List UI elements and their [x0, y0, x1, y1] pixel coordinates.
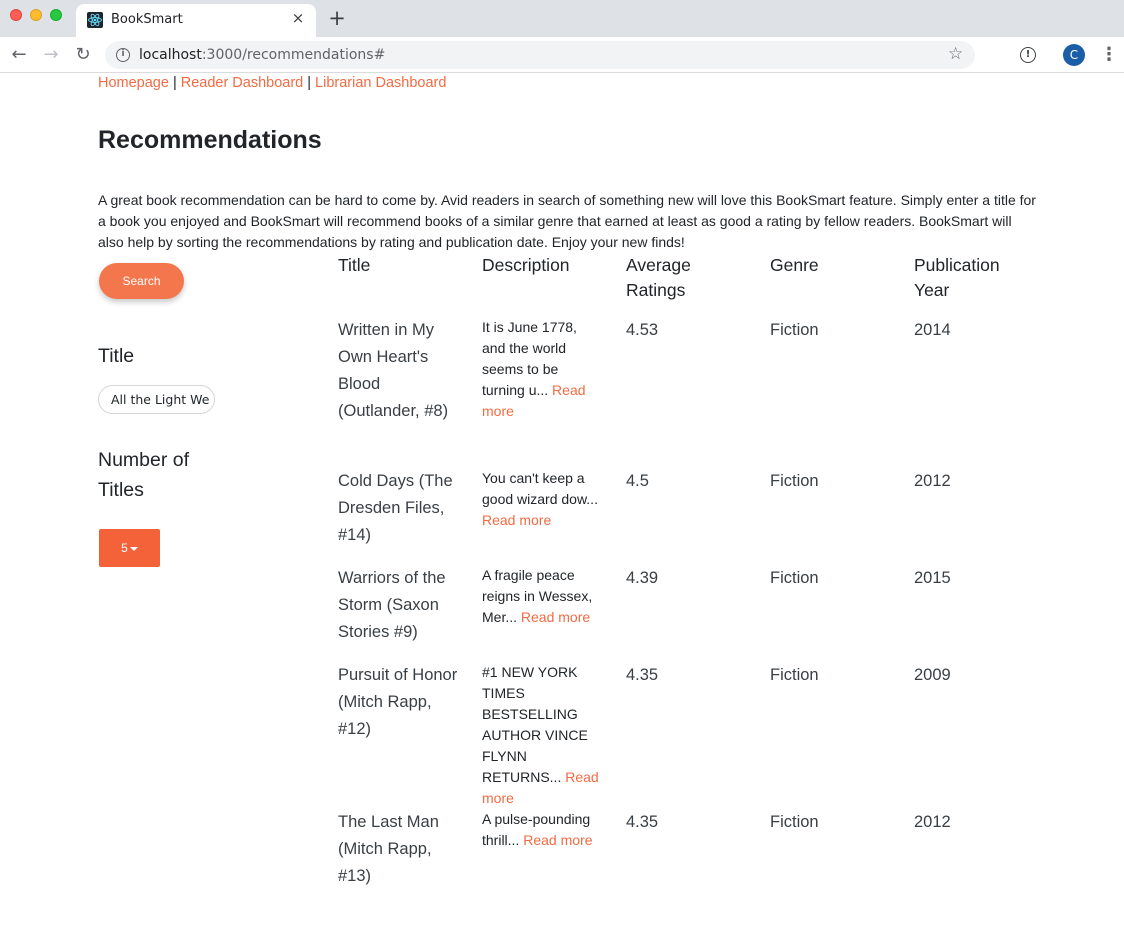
book-description: A pulse-pounding thrill... Read more [482, 809, 600, 851]
address-bar[interactable]: i localhost:3000/recommendations# ☆ [105, 41, 975, 69]
browser-toolbar: ← → ↻ i localhost:3000/recommendations# … [0, 37, 1124, 73]
book-genre: Fiction [770, 813, 819, 831]
forward-icon[interactable]: → [39, 43, 63, 67]
column-header-description: Description [482, 255, 570, 275]
intro-text: A great book recommendation can be hard … [98, 192, 1036, 250]
number-of-titles-dropdown[interactable]: 5 [99, 529, 160, 567]
book-title: Cold Days (The Dresden Files, #14) [338, 472, 453, 544]
read-more-link[interactable]: Read more [521, 609, 590, 625]
page-title: Recommendations [98, 126, 322, 154]
book-genre: Fiction [770, 321, 819, 339]
nav-link-homepage[interactable]: Homepage [98, 75, 169, 91]
description-text: #1 NEW YORK TIMES BESTSELLING AUTHOR VIN… [482, 664, 588, 785]
dropdown-value: 5 [121, 541, 128, 555]
book-year: 2012 [914, 472, 951, 490]
nav-separator: | [172, 75, 177, 91]
url-text: localhost:3000/recommendations# [139, 47, 385, 63]
book-title: Pursuit of Honor (Mitch Rapp, #12) [338, 666, 458, 738]
book-year: 2009 [914, 666, 951, 684]
close-window-button[interactable] [10, 9, 22, 21]
url-host: localhost [139, 47, 202, 63]
book-rating: 4.5 [626, 472, 649, 490]
search-button[interactable]: Search [99, 263, 184, 299]
book-year: 2015 [914, 569, 951, 587]
nav-link-reader-dashboard[interactable]: Reader Dashboard [181, 75, 304, 91]
back-icon[interactable]: ← [7, 43, 31, 67]
book-genre: Fiction [770, 666, 819, 684]
book-rating: 4.35 [626, 813, 659, 831]
tab-close-icon[interactable]: × [289, 9, 307, 27]
description-text: You can't keep a good wizard dow... [482, 470, 598, 507]
book-description: A fragile peace reigns in Wessex, Mer...… [482, 565, 602, 628]
caret-down-icon [129, 546, 138, 551]
book-genre: Fiction [770, 569, 819, 587]
book-rating: 4.39 [626, 569, 659, 587]
title-label: Title [98, 345, 135, 367]
bookmark-star-icon[interactable]: ☆ [948, 44, 963, 64]
read-more-link[interactable]: Read more [482, 512, 551, 528]
number-of-titles-label: Number of Titles [98, 449, 190, 501]
title-input[interactable]: All the Light We Cannot See [98, 385, 215, 414]
tab-title: BookSmart [111, 12, 183, 27]
book-description: #1 NEW YORK TIMES BESTSELLING AUTHOR VIN… [482, 662, 602, 809]
column-header-publication-year: Publication Year [914, 255, 1000, 300]
book-year: 2014 [914, 321, 951, 339]
book-title: The Last Man (Mitch Rapp, #13) [338, 813, 439, 885]
column-header-genre: Genre [770, 255, 819, 275]
site-info-icon[interactable]: i [116, 48, 130, 62]
book-year: 2012 [914, 813, 951, 831]
read-more-link[interactable]: Read more [523, 832, 592, 848]
nav-separator: | [307, 75, 312, 91]
nav-link-librarian-dashboard[interactable]: Librarian Dashboard [315, 75, 446, 91]
url-path: :3000/recommendations# [201, 47, 386, 63]
extension-icon[interactable]: ! [1020, 47, 1036, 63]
book-genre: Fiction [770, 472, 819, 490]
column-header-average-ratings: Average Ratings [626, 255, 691, 300]
column-header-title: Title [338, 255, 371, 275]
react-logo-icon [87, 12, 103, 28]
top-navigation: Homepage | Reader Dashboard | Librarian Dash… [98, 75, 446, 91]
browser-tab[interactable]: BookSmart × [76, 4, 316, 37]
new-tab-icon[interactable]: + [327, 8, 347, 29]
book-title: Written in My Own Heart's Blood (Outland… [338, 321, 449, 420]
book-title: Warriors of the Storm (Saxon Stories #9) [338, 569, 446, 641]
book-description: You can't keep a good wizard dow... Read… [482, 468, 600, 531]
browser-menu-icon[interactable]: ⋮ [1100, 43, 1118, 67]
minimize-window-button[interactable] [30, 9, 42, 21]
book-rating: 4.35 [626, 666, 659, 684]
profile-avatar[interactable]: C [1063, 44, 1085, 66]
reload-icon[interactable]: ↻ [71, 43, 95, 67]
book-description: It is June 1778, and the world seems to … [482, 317, 594, 422]
book-rating: 4.53 [626, 321, 659, 339]
browser-tabstrip: BookSmart × + [0, 0, 1124, 37]
maximize-window-button[interactable] [50, 9, 62, 21]
